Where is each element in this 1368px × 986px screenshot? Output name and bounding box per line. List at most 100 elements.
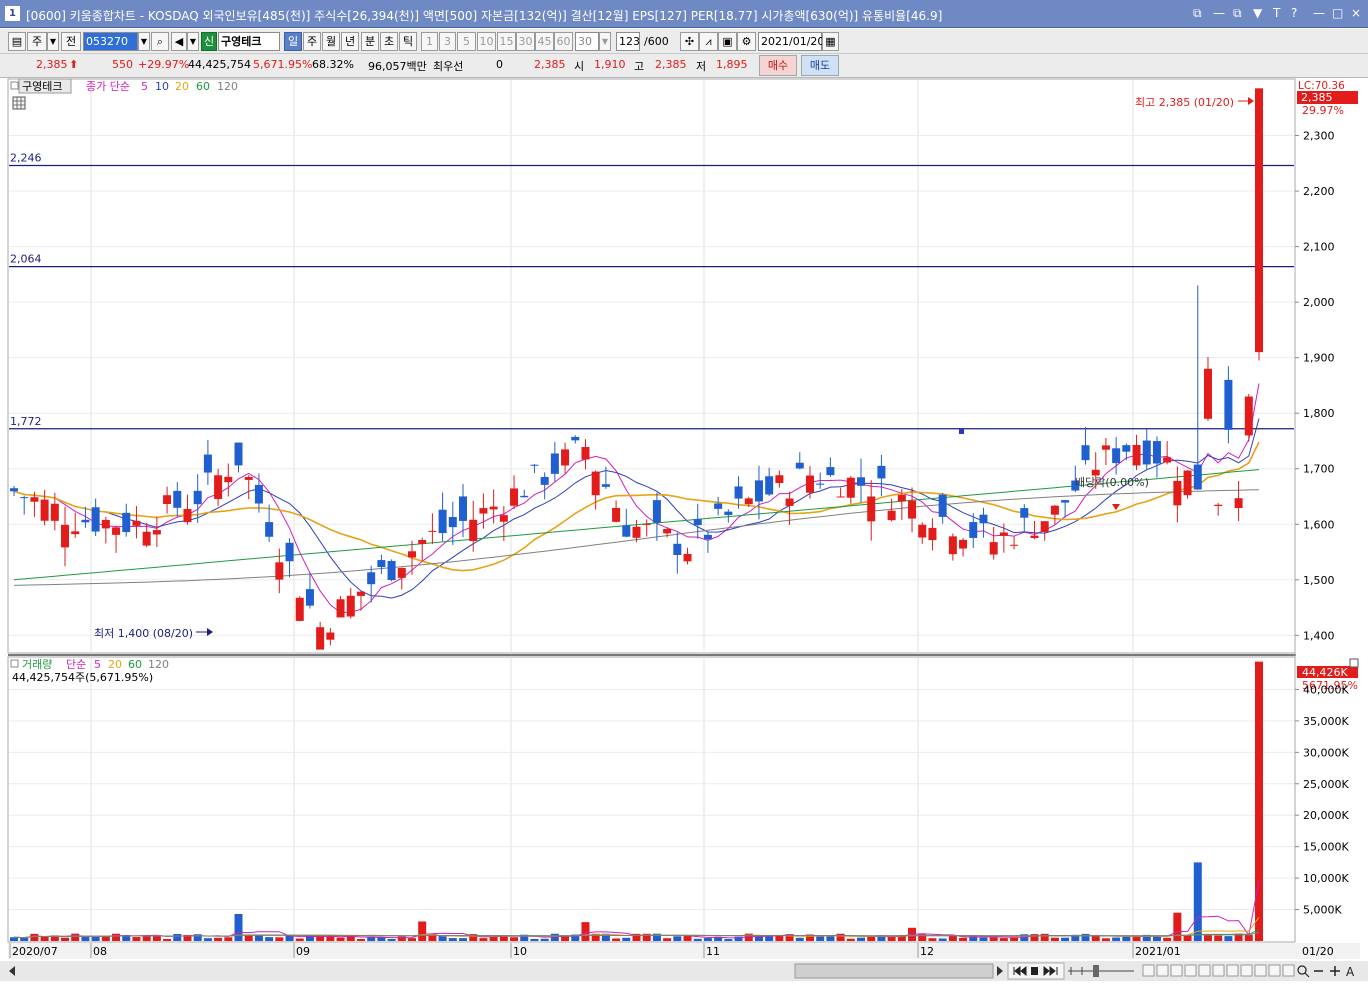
ma20-label: 20 [175, 80, 189, 93]
tool-button-icon[interactable] [1184, 964, 1197, 977]
text-size-icon[interactable]: T [1273, 6, 1280, 20]
sell-button[interactable]: 매도 [801, 55, 839, 76]
candle-body [969, 522, 978, 538]
vol-tick-label: 15,000K [1303, 841, 1349, 854]
chart-svg[interactable]: 2,246 2,064 1,772 구영테크 종가 단순 5 10 20 60 12… [0, 78, 1368, 986]
low-value: 1,895 [716, 58, 748, 71]
ma5-label: 5 [141, 80, 148, 93]
period-second-button[interactable]: 초 [380, 32, 398, 51]
period-year-button[interactable]: 년 [341, 32, 359, 51]
maximize-button[interactable]: □ [1332, 6, 1343, 20]
interval-input[interactable]: 30 [575, 32, 599, 51]
tool-button-icon[interactable] [1212, 964, 1225, 977]
y-tick-label: 1,900 [1303, 352, 1335, 365]
zoom-slider-thumb[interactable] [1093, 965, 1099, 977]
panel-collapse-icon[interactable] [10, 81, 19, 90]
tool-button-icon[interactable] [1198, 964, 1211, 977]
candle-body [693, 519, 702, 526]
candle-body [132, 520, 141, 526]
volume-bar [295, 938, 304, 941]
ma120-label: 120 [217, 80, 238, 93]
x-tick-label: 12 [920, 945, 934, 958]
restore-layout-icon[interactable]: ⧉ [1193, 6, 1202, 21]
volume-bar [1112, 937, 1121, 941]
interval-30-button[interactable]: 30 [516, 32, 535, 51]
crosshair-icon[interactable]: ✣ [680, 32, 699, 51]
mode-week-button[interactable]: 주 [27, 32, 47, 51]
interval-1-button[interactable]: 1 [421, 32, 438, 51]
stop-icon[interactable] [1031, 967, 1038, 975]
volume-collapse-icon[interactable] [10, 659, 19, 668]
volume-value: 44,425,754 [188, 58, 251, 71]
interval-45-button[interactable]: 45 [535, 32, 554, 51]
volume-close-icon[interactable] [1349, 658, 1359, 668]
vol-tick-label: 35,000K [1303, 715, 1349, 728]
interval-5-button[interactable]: 5 [457, 32, 476, 51]
low-label: 저 [696, 60, 707, 73]
period-tick-button[interactable]: 틱 [399, 32, 417, 51]
save-icon[interactable]: ▣ [718, 32, 737, 51]
date-input[interactable]: 2021/01/20 [758, 32, 824, 51]
help-icon[interactable]: ? [1291, 6, 1297, 20]
period-week-button[interactable]: 주 [303, 32, 321, 51]
chart-area[interactable]: 2,246 2,064 1,772 구영테크 종가 단순 5 10 20 60 12… [0, 78, 1368, 986]
y-tick-label: 1,800 [1303, 407, 1335, 420]
high-label: 고 [634, 60, 645, 73]
scroll-thumb[interactable] [794, 963, 994, 979]
period-month-button[interactable]: 월 [322, 32, 340, 51]
layout-icon[interactable]: ▤ [8, 32, 26, 51]
count-max-label: /600 [644, 35, 669, 48]
buy-button[interactable]: 매수 [759, 55, 797, 76]
code-dropdown-icon[interactable]: ▼ [138, 32, 150, 51]
speaker-dropdown-icon[interactable]: ▼ [187, 32, 199, 51]
settings-gear-icon[interactable]: ⚙ [737, 32, 756, 51]
candle-body [1142, 440, 1151, 465]
candle-body [295, 597, 304, 621]
tool-button-icon[interactable] [1226, 964, 1239, 977]
title-bar: 1 [0600] 키움종합차트 - KOSDAQ 외국인보유[485(천)] 주… [0, 0, 1368, 28]
candle-body [908, 500, 917, 519]
tool-button-icon[interactable] [1254, 964, 1267, 977]
tool-button-icon[interactable] [1240, 964, 1253, 977]
pin-icon[interactable]: ▼ [1253, 6, 1262, 20]
interval-60-button[interactable]: 60 [554, 32, 573, 51]
interval-15-button[interactable]: 15 [497, 32, 516, 51]
y-tick-label: 2,200 [1303, 185, 1335, 198]
cascade-icon[interactable]: ⧉ [1233, 6, 1242, 21]
speaker-icon[interactable]: ◀ [171, 32, 187, 51]
mode-all-button[interactable]: 전 [61, 32, 81, 51]
candle-body [703, 534, 712, 540]
tool-button-icon[interactable] [1268, 964, 1281, 977]
interval-3-button[interactable]: 3 [439, 32, 456, 51]
auto-scale-icon: A [1346, 965, 1355, 979]
candle-body [918, 524, 927, 538]
volume-bar [663, 938, 672, 941]
line-handle[interactable] [959, 429, 964, 434]
period-minute-button[interactable]: 분 [361, 32, 379, 51]
tool-button-icon[interactable] [1170, 964, 1183, 977]
interval-dropdown-icon[interactable]: ▼ [599, 32, 611, 51]
tool-button-icon[interactable] [1282, 964, 1295, 977]
minimize-panel-icon[interactable]: — [1213, 6, 1225, 20]
y-tick-label: 1,600 [1303, 518, 1335, 531]
indicator-icon[interactable]: ⩘ [699, 32, 718, 51]
period-day-button[interactable]: 일 [284, 32, 302, 51]
interval-10-button[interactable]: 10 [477, 32, 496, 51]
y-tick-label: 1,400 [1303, 629, 1335, 642]
close-button[interactable]: × [1351, 6, 1361, 20]
search-icon[interactable]: ⌕ [151, 32, 169, 51]
tool-button-icon[interactable] [1142, 964, 1155, 977]
candle-body [1101, 445, 1110, 450]
candle-body [1244, 396, 1253, 436]
candle-body [714, 503, 723, 509]
vol-tick-label: 25,000K [1303, 778, 1349, 791]
count-input[interactable]: 123 [616, 32, 640, 51]
mode-dropdown-icon[interactable]: ▼ [47, 32, 59, 51]
calendar-icon[interactable]: ▦ [822, 32, 839, 51]
table-icon[interactable] [12, 96, 26, 110]
tool-button-icon[interactable] [1156, 964, 1169, 977]
stock-code-input[interactable]: 053270 [83, 32, 138, 51]
candle-body [1183, 470, 1192, 496]
candle-body [244, 476, 253, 480]
minimize-button[interactable]: — [1313, 6, 1325, 20]
